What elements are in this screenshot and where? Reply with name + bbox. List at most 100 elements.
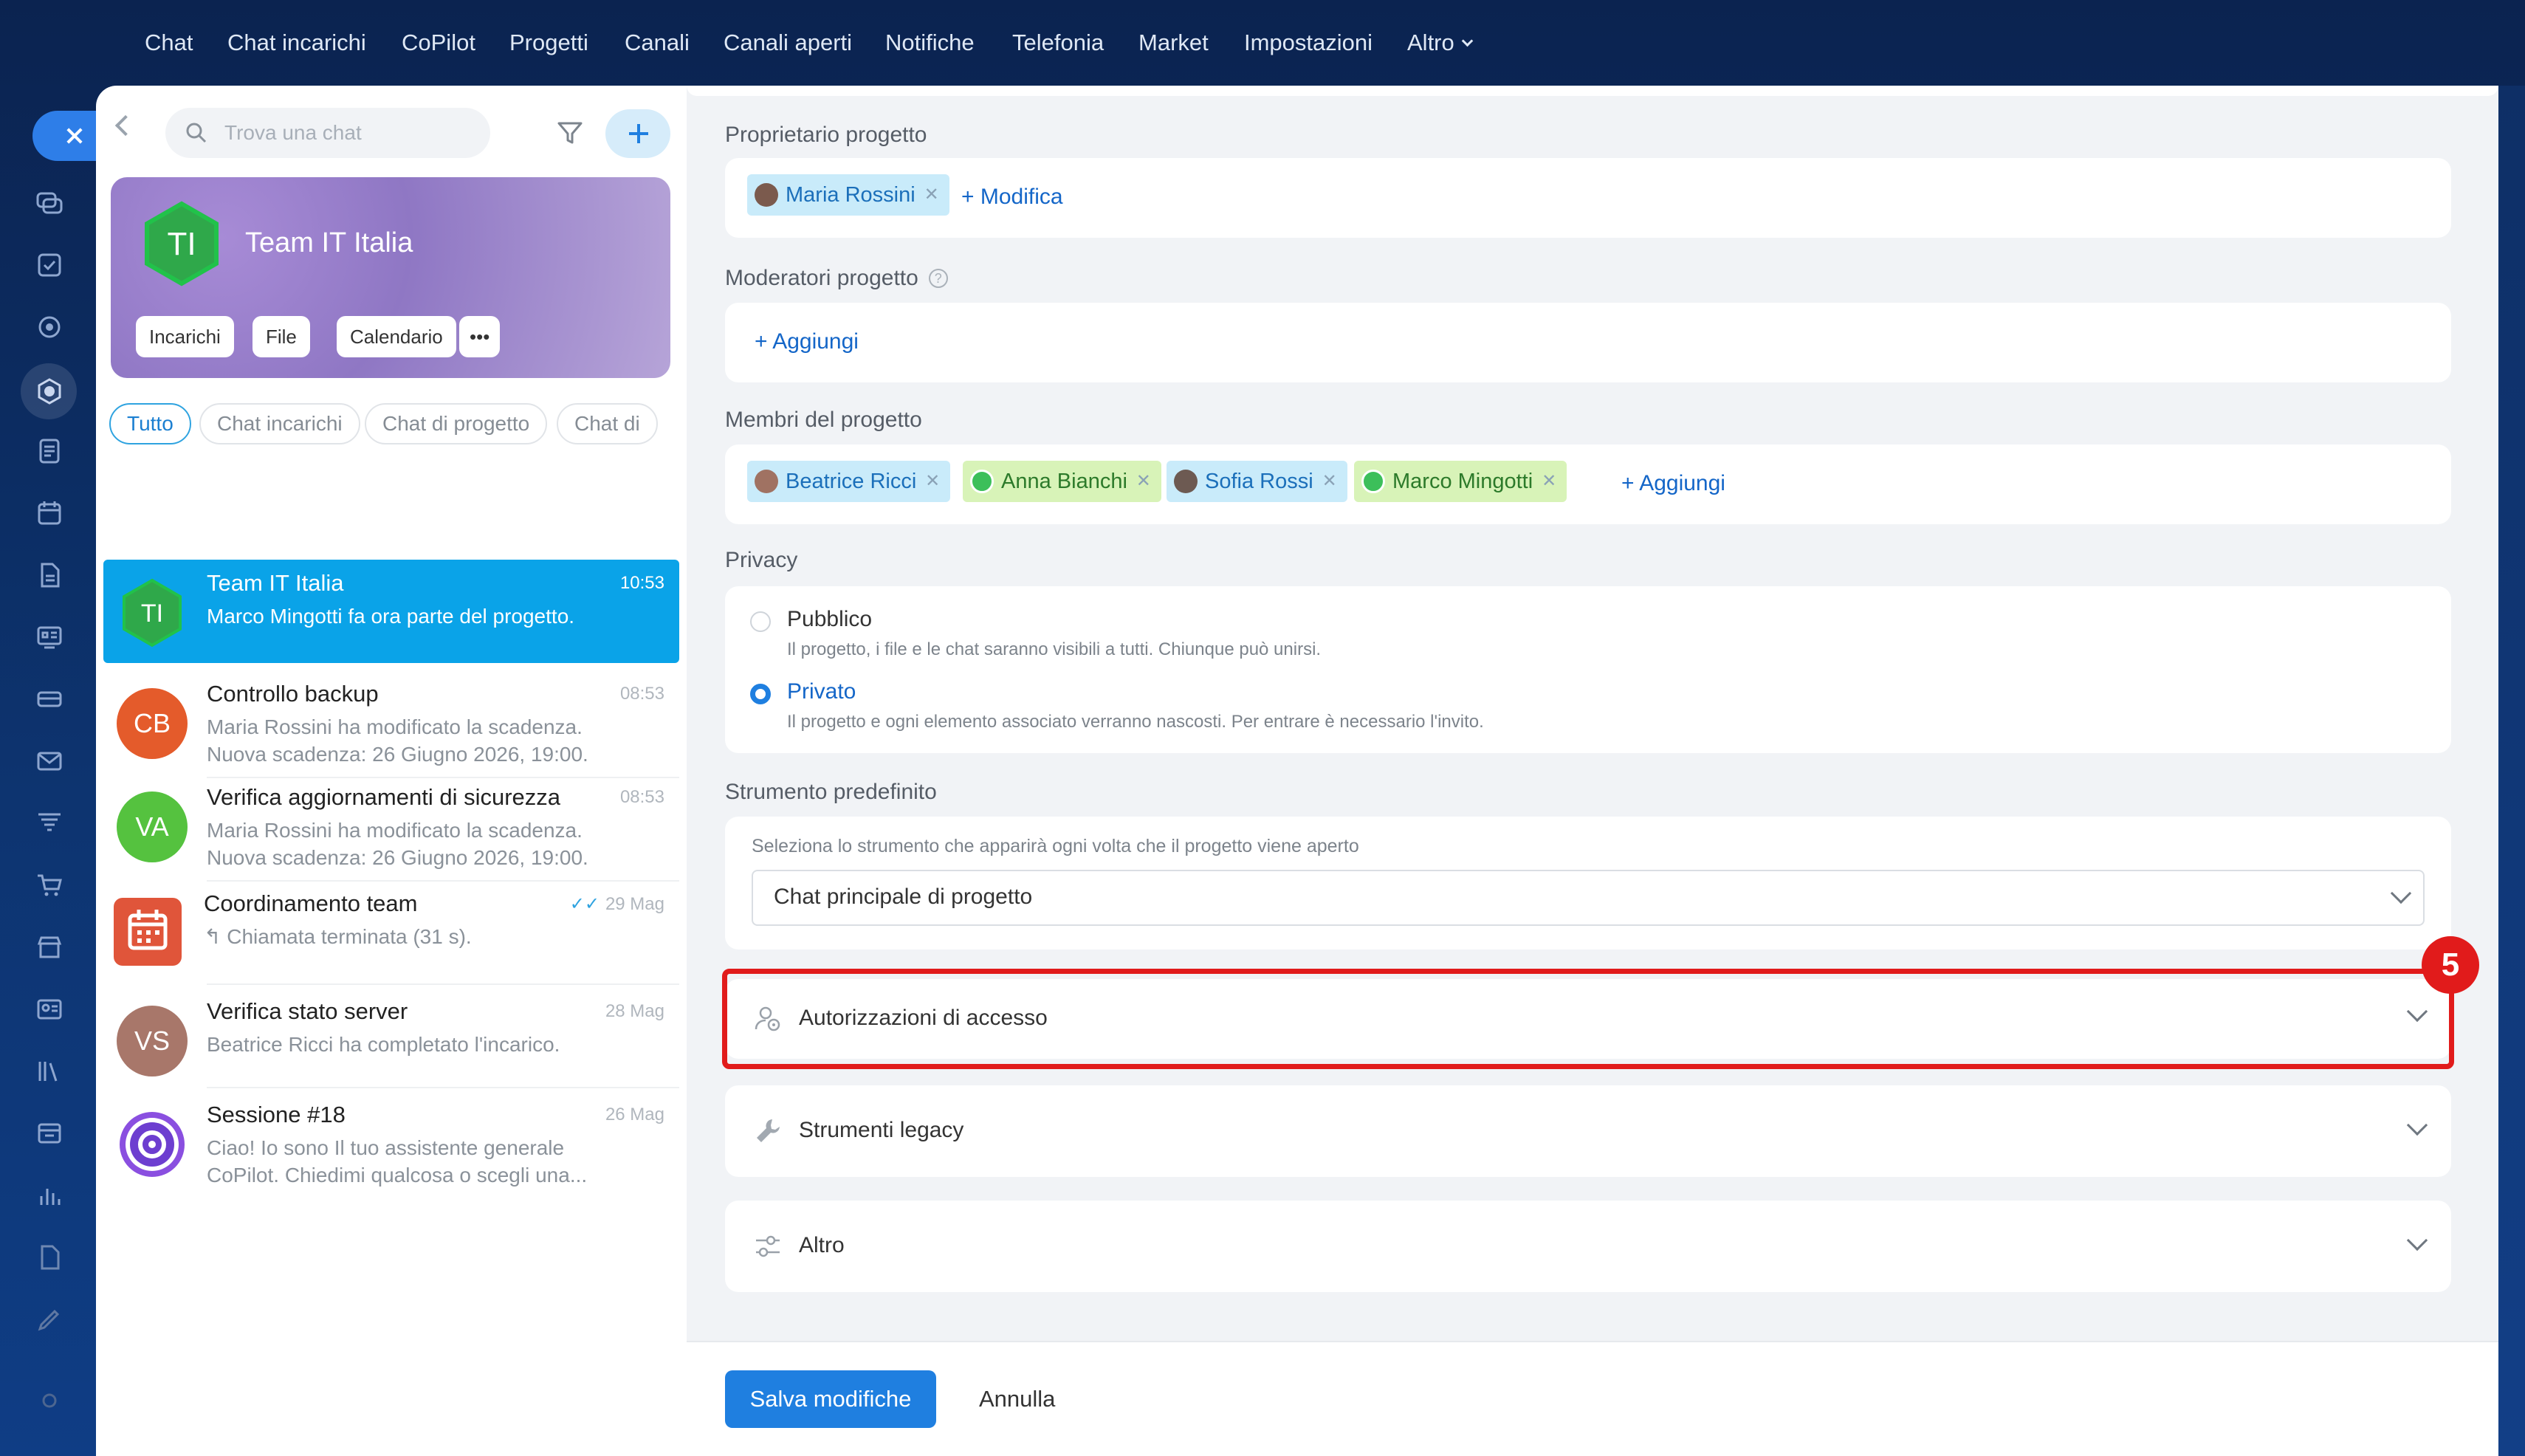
option-privato-desc: Il progetto e ogni elemento associato ve… (787, 712, 1484, 732)
person-tag-maria-rossini[interactable]: Maria Rossini ✕ (747, 174, 949, 216)
owner-field: Maria Rossini ✕ + Modifica (725, 158, 2451, 238)
divider (207, 1087, 679, 1088)
board-icon[interactable] (35, 623, 63, 651)
nav-chat-incarichi[interactable]: Chat incarichi (227, 27, 366, 59)
accordion-legacy-tools[interactable]: Strumenti legacy (725, 1085, 2451, 1177)
chat-title: Coordinamento team (204, 890, 418, 916)
search-box[interactable] (165, 108, 490, 158)
chat-avatar: TI (123, 578, 182, 648)
option-pubblico-title[interactable]: Pubblico (787, 607, 872, 632)
copilot-icon[interactable] (35, 313, 63, 341)
nav-chat[interactable]: Chat (145, 27, 193, 59)
team-tasks-button[interactable]: Incarichi (136, 316, 234, 357)
nav-impostazioni[interactable]: Impostazioni (1244, 27, 1373, 59)
nav-canali[interactable]: Canali (625, 27, 690, 59)
filter-chat-incarichi[interactable]: Chat incarichi (199, 403, 360, 444)
close-panel-button[interactable] (32, 111, 103, 161)
person-name: Marco Mingotti (1392, 470, 1533, 493)
nav-notifiche[interactable]: Notifiche (885, 27, 975, 59)
wrench-icon (757, 1119, 780, 1142)
settings-icon[interactable] (35, 1387, 63, 1415)
person-tag-anna-bianchi[interactable]: Anna Bianchi ✕ (963, 461, 1161, 502)
avatar (755, 183, 778, 207)
chat-preview: Ciao! Io sono Il tuo assistente generale… (207, 1136, 588, 1187)
cart-icon[interactable] (35, 871, 63, 899)
nav-progetti[interactable]: Progetti (509, 27, 588, 59)
chat-title: Controllo backup (207, 681, 379, 707)
mail-icon[interactable] (35, 747, 63, 775)
search-input[interactable] (223, 117, 474, 149)
option-privato-title[interactable]: Privato (787, 679, 856, 704)
remove-icon[interactable]: ✕ (925, 461, 940, 502)
save-changes-button[interactable]: Salva modifiche (725, 1370, 936, 1428)
person-tag-marco-mingotti[interactable]: Marco Mingotti ✕ (1354, 461, 1567, 502)
chat-avatar: VA (117, 791, 188, 862)
chevron-down-icon (1461, 35, 1474, 47)
chat-item-verifica-stato-server[interactable]: VS Verifica stato server 28 Mag Beatrice… (103, 988, 679, 1091)
calendar-icon (114, 898, 182, 966)
nav-copilot[interactable]: CoPilot (402, 27, 475, 59)
chat-item-sessione-18[interactable]: Sessione #18 26 Mag Ciao! Io sono Il tuo… (103, 1091, 679, 1195)
person-tag-beatrice-ricci[interactable]: Beatrice Ricci ✕ (747, 461, 951, 502)
chat-item-verifica-aggiornamenti[interactable]: VA Verifica aggiornamenti di sicurezza 0… (103, 774, 679, 877)
avatar (1361, 470, 1385, 493)
sign-icon[interactable] (35, 1305, 63, 1333)
calendar-icon[interactable] (35, 499, 63, 527)
chat-title: Verifica aggiornamenti di sicurezza (207, 784, 561, 810)
radio-privato[interactable] (750, 684, 771, 704)
store-icon[interactable] (35, 933, 63, 961)
accordion-other[interactable]: Altro (725, 1201, 2451, 1292)
privacy-field: Pubblico Il progetto, i file e le chat s… (725, 586, 2451, 753)
filter-chat-progetto[interactable]: Chat di progetto (365, 403, 548, 444)
chat-item-team-it-italia[interactable]: TI Team IT Italia 10:53 Marco Mingotti f… (103, 560, 679, 663)
info-icon[interactable]: ? (928, 269, 948, 288)
analytics-icon[interactable] (35, 1181, 63, 1209)
nav-altro-label: Altro (1407, 30, 1454, 55)
filter-chat-di[interactable]: Chat di (557, 403, 658, 444)
owner-label: Proprietario progetto (725, 123, 927, 147)
funnel-icon[interactable] (35, 809, 63, 837)
filter-tutto[interactable]: Tutto (109, 403, 191, 444)
nav-market[interactable]: Market (1138, 27, 1209, 59)
person-name: Beatrice Ricci (786, 470, 917, 493)
team-calendar-button[interactable]: Calendario (337, 316, 456, 357)
nav-canali-aperti[interactable]: Canali aperti (724, 27, 852, 59)
tasks-icon[interactable] (35, 251, 63, 279)
remove-icon[interactable]: ✕ (1136, 461, 1151, 502)
filter-icon[interactable] (555, 118, 585, 148)
projects-icon[interactable] (35, 377, 63, 405)
add-moderator-link[interactable]: + Aggiungi (755, 329, 859, 354)
remove-icon[interactable]: ✕ (1322, 461, 1337, 502)
new-chat-button[interactable] (605, 109, 670, 158)
remove-icon[interactable]: ✕ (1542, 461, 1556, 502)
drive-icon[interactable] (35, 685, 63, 713)
library-icon[interactable] (35, 1057, 63, 1085)
team-files-button[interactable]: File (252, 316, 310, 357)
more-options-button[interactable]: ••• (459, 316, 501, 357)
chat-preview: ↰ Chiamata terminata (31 s). (204, 925, 472, 948)
divider (207, 880, 679, 882)
radio-pubblico[interactable] (750, 611, 771, 632)
chat-title: Team IT Italia (207, 570, 344, 596)
edit-owner-link[interactable]: + Modifica (961, 185, 1063, 210)
cancel-button[interactable]: Annulla (979, 1370, 1055, 1428)
person-tag-sofia-rossi[interactable]: Sofia Rossi ✕ (1167, 461, 1347, 502)
remove-icon[interactable]: ✕ (924, 174, 939, 216)
chat-time: 08:53 (619, 787, 664, 807)
chat-time: 08:53 (619, 684, 664, 704)
back-icon[interactable] (114, 114, 137, 137)
search-icon (186, 123, 207, 143)
document-icon[interactable] (35, 561, 63, 589)
contacts-icon[interactable] (35, 995, 63, 1023)
default-tool-select[interactable]: Chat principale di progetto (752, 870, 2425, 926)
forms-icon[interactable] (35, 1243, 63, 1271)
feed-icon[interactable] (35, 437, 63, 465)
chat-icon[interactable] (35, 189, 63, 217)
add-member-link[interactable]: + Aggiungi (1621, 471, 1725, 496)
nav-telefonia[interactable]: Telefonia (1012, 27, 1104, 59)
chat-item-coordinamento-team[interactable]: Coordinamento team ✓✓ 29 Mag ↰ Chiamata t… (103, 886, 679, 989)
chat-item-controllo-backup[interactable]: CB Controllo backup 08:53 Maria Rossini … (103, 670, 679, 774)
workflow-icon[interactable] (35, 1119, 63, 1147)
nav-altro[interactable]: Altro (1407, 27, 1474, 59)
chat-preview: Beatrice Ricci ha completato l'incarico. (207, 1033, 560, 1056)
